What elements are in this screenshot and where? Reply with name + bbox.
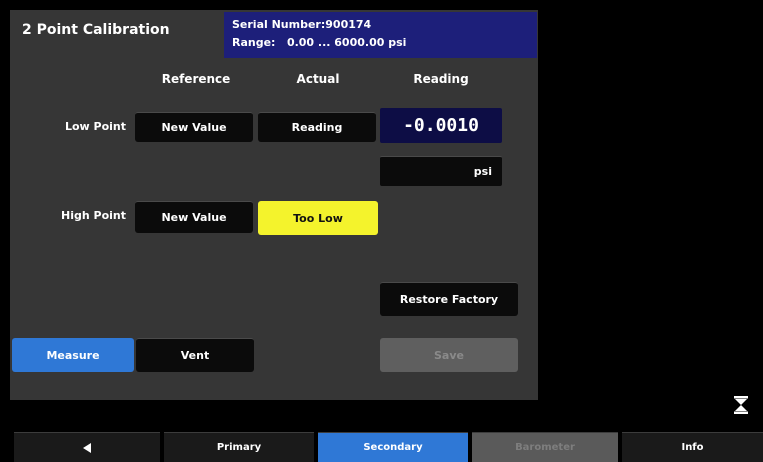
column-header-reading: Reading bbox=[413, 72, 469, 86]
page-title: 2 Point Calibration bbox=[22, 22, 170, 38]
restore-factory-button[interactable]: Restore Factory bbox=[380, 282, 518, 316]
column-header-reference: Reference bbox=[161, 72, 231, 86]
unit-selector[interactable]: psi bbox=[380, 156, 502, 186]
column-header-actual: Actual bbox=[296, 72, 340, 86]
back-arrow-icon bbox=[83, 442, 91, 453]
tab-barometer: Barometer bbox=[472, 432, 618, 462]
serial-number-text: Serial Number:900174 bbox=[232, 18, 372, 31]
reading-value-display: -0.0010 bbox=[380, 108, 502, 143]
tab-secondary[interactable]: Secondary bbox=[318, 432, 468, 462]
low-point-new-value-button[interactable]: New Value bbox=[135, 112, 253, 142]
vent-button[interactable]: Vent bbox=[136, 338, 254, 372]
low-point-reading-button[interactable]: Reading bbox=[258, 112, 376, 142]
hourglass-icon bbox=[734, 396, 748, 414]
serial-info-box: Serial Number:900174 Range: 0.00 ... 600… bbox=[224, 12, 537, 58]
high-point-too-low-button[interactable]: Too Low bbox=[258, 201, 378, 235]
tab-info[interactable]: Info bbox=[622, 432, 763, 462]
high-point-label: High Point bbox=[61, 209, 126, 222]
range-text: Range: 0.00 ... 6000.00 psi bbox=[232, 36, 407, 49]
tab-primary[interactable]: Primary bbox=[164, 432, 314, 462]
back-tab[interactable] bbox=[14, 432, 160, 462]
measure-button[interactable]: Measure bbox=[12, 338, 134, 372]
high-point-new-value-button[interactable]: New Value bbox=[135, 201, 253, 233]
low-point-label: Low Point bbox=[64, 120, 126, 133]
save-button[interactable]: Save bbox=[380, 338, 518, 372]
